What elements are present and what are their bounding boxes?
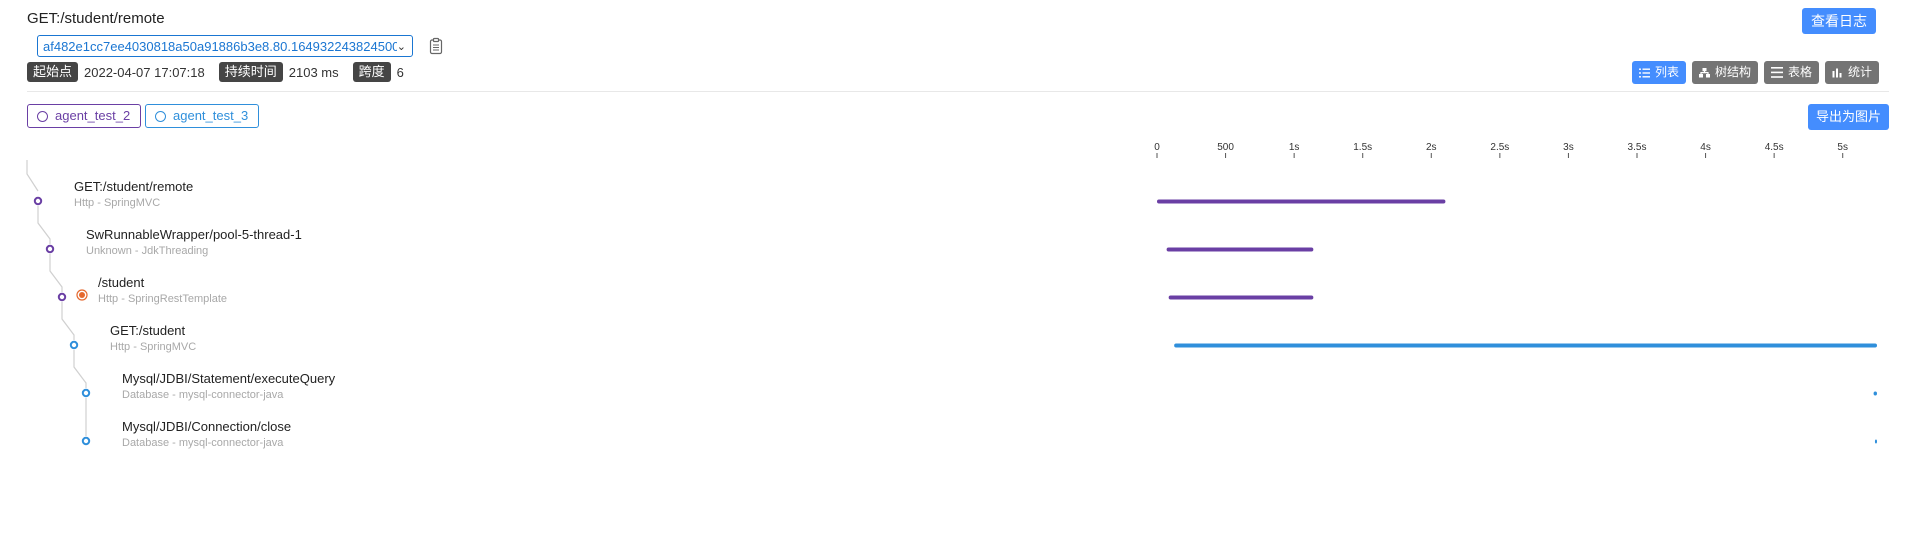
- span-name[interactable]: Mysql/JDBI/Connection/close: [122, 419, 291, 434]
- tick-label: 500: [1217, 142, 1234, 153]
- span-node-icon: [45, 244, 55, 254]
- span-node-icon: [81, 436, 91, 446]
- tree-icon: [1699, 67, 1711, 77]
- tree-connector: [37, 206, 51, 244]
- tick-label: 5s: [1837, 142, 1848, 153]
- tick-label: 1s: [1288, 142, 1300, 153]
- span-name[interactable]: /student: [98, 275, 144, 290]
- tree-connector: [73, 350, 87, 388]
- trace-id-value: af482e1cc7ee4030818a50a91886b3e8.80.1649…: [43, 38, 397, 54]
- span-bar: [1873, 391, 1877, 396]
- span-type: Unknown - JdkThreading: [86, 245, 209, 257]
- span-bar: [1168, 295, 1314, 300]
- span-name[interactable]: SwRunnableWrapper/pool-5-thread-1: [86, 227, 302, 242]
- trace-id-select[interactable]: af482e1cc7ee4030818a50a91886b3e8.80.1649…: [37, 35, 413, 57]
- duration-value: 2103 ms: [288, 64, 339, 80]
- service-filter-agent-test-2[interactable]: agent_test_2: [27, 104, 142, 128]
- service-label: agent_test_2: [55, 108, 131, 123]
- chevron-down-icon: ⌄: [396, 40, 406, 53]
- tab-statistics-label: 统计: [1848, 65, 1873, 79]
- span-type: Database - mysql-connector-java: [122, 389, 284, 401]
- span-graph: [26, 153, 1877, 446]
- span-bar: [1166, 247, 1314, 252]
- tab-tree[interactable]: 树结构: [1692, 61, 1759, 84]
- span-type: Http - SpringMVC: [110, 341, 197, 353]
- span-type: Http - SpringRestTemplate: [98, 293, 227, 305]
- tab-list-label: 列表: [1655, 65, 1680, 79]
- tab-table-label: 表格: [1788, 65, 1813, 79]
- tick-label: 2s: [1426, 142, 1437, 153]
- start-value: 2022-04-07 17:07:18: [84, 64, 205, 80]
- tab-table[interactable]: 表格: [1764, 61, 1820, 84]
- chart-icon: [1832, 68, 1842, 77]
- span-name[interactable]: GET:/student: [110, 323, 185, 338]
- view-mode-tabs: 列表 树结构 表格 统计: [1632, 61, 1885, 84]
- spans-tag: 跨度: [352, 62, 391, 82]
- span-name[interactable]: Mysql/JDBI/Statement/executeQuery: [122, 371, 335, 386]
- duration-tag: 持续时间: [218, 62, 283, 82]
- trace-meta: 起始点 2022-04-07 17:07:18 持续时间 2103 ms 跨度 …: [27, 62, 418, 82]
- trace-endpoint-title: GET:/student/remote: [27, 10, 165, 27]
- tick-label: 2.5s: [1490, 142, 1510, 153]
- trace-detail-page: GET:/student/remote af482e1cc7ee4030818a…: [0, 0, 1916, 558]
- span-type: Database - mysql-connector-java: [122, 437, 284, 449]
- service-filter-agent-test-3[interactable]: agent_test_3: [145, 104, 260, 128]
- error-icon-dot: [79, 292, 85, 298]
- tree-connector: [49, 254, 63, 292]
- circle-icon: [155, 111, 166, 122]
- header-divider: [27, 91, 1889, 92]
- span-node-icon: [57, 292, 67, 302]
- service-label: agent_test_3: [173, 108, 249, 123]
- tick-label: 3s: [1563, 142, 1574, 153]
- spans-value: 6: [396, 64, 404, 80]
- export-image-button[interactable]: 导出为图片: [1808, 104, 1890, 130]
- error-icon: [76, 289, 88, 301]
- tab-list[interactable]: 列表: [1632, 61, 1687, 84]
- start-tag: 起始点: [27, 62, 79, 82]
- span-node-icon: [33, 196, 43, 206]
- tick-label: 1.5s: [1353, 142, 1373, 153]
- tick-label: 4s: [1700, 142, 1711, 153]
- clipboard-icon[interactable]: [429, 37, 443, 55]
- view-logs-button[interactable]: 查看日志: [1802, 8, 1876, 34]
- span-bar: [1157, 199, 1446, 204]
- tab-statistics[interactable]: 统计: [1825, 61, 1880, 84]
- span-bar: [1174, 343, 1877, 348]
- tick-label: 0: [1154, 142, 1160, 153]
- tree-connector: [61, 302, 75, 340]
- span-node-icon: [69, 340, 79, 350]
- tab-tree-label: 树结构: [1715, 65, 1752, 79]
- span-type: Http - SpringMVC: [74, 197, 161, 209]
- list-icon: [1639, 68, 1650, 77]
- tree-connector: [26, 160, 39, 192]
- tick-label: 3.5s: [1627, 142, 1647, 153]
- table-icon: [1771, 67, 1784, 78]
- tick-label: 4.5s: [1764, 142, 1784, 153]
- circle-icon: [37, 111, 48, 122]
- span-node-icon: [81, 388, 91, 398]
- span-name[interactable]: GET:/student/remote: [74, 179, 193, 194]
- span-bar: [1874, 439, 1877, 444]
